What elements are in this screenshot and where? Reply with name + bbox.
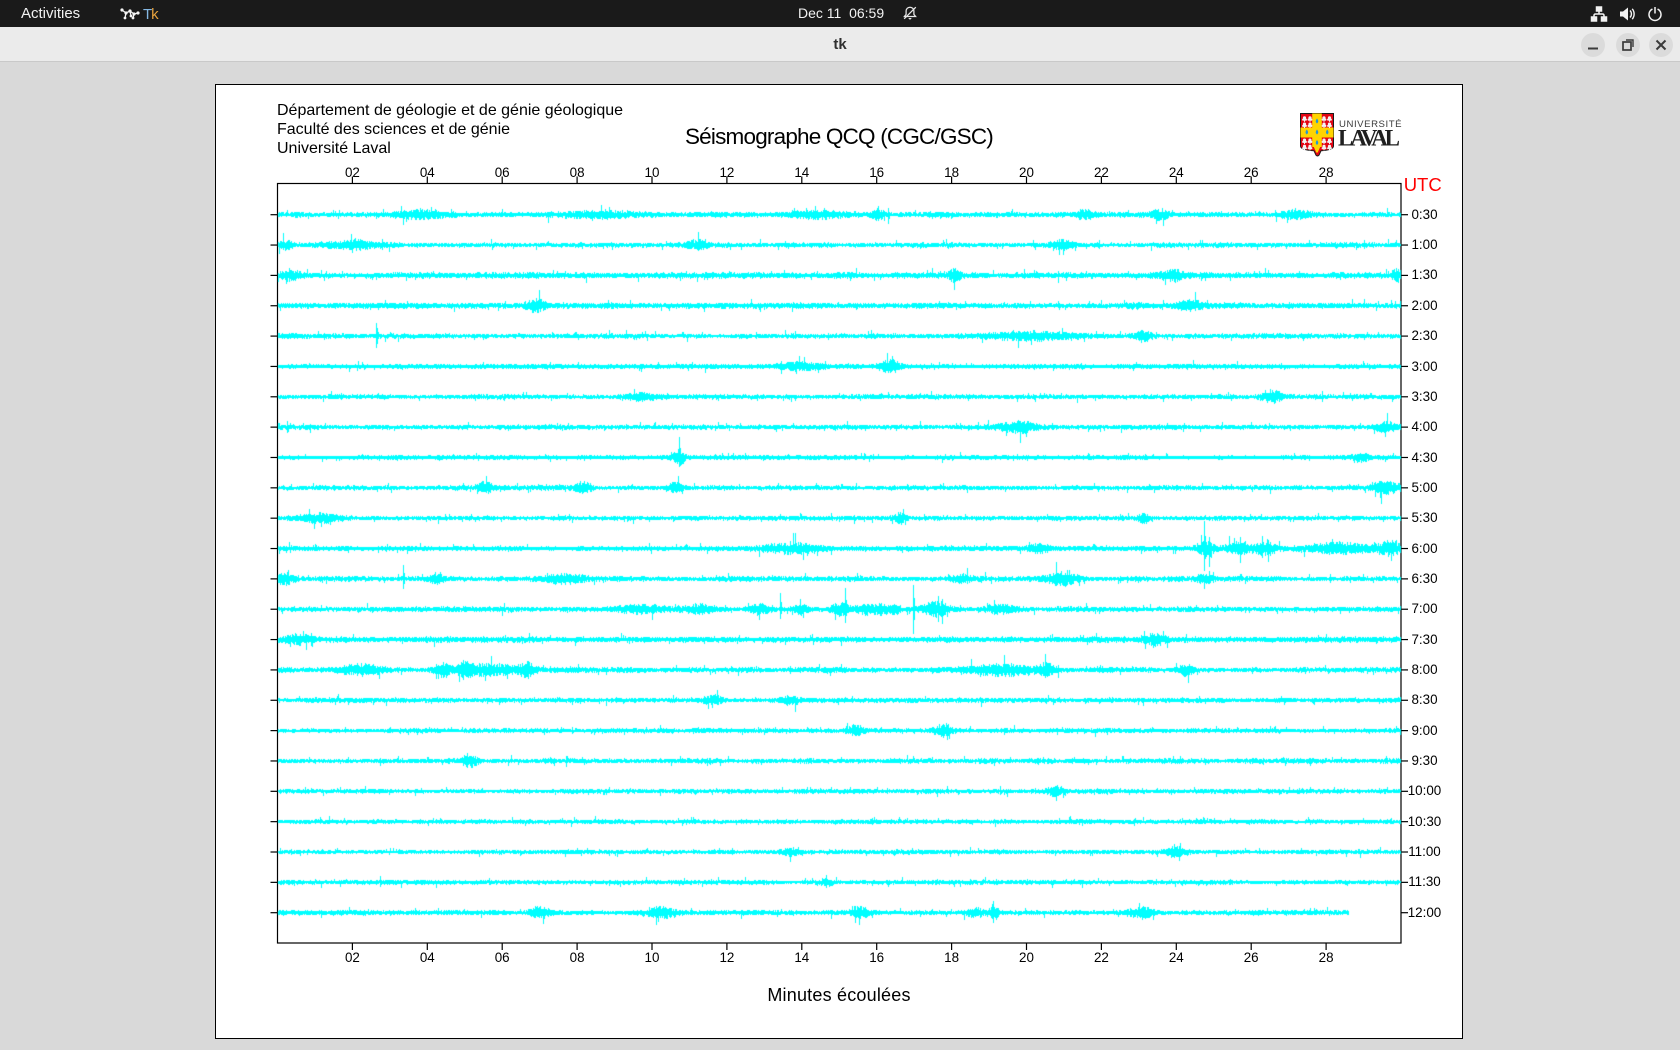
svg-text:LAVAL: LAVAL — [1338, 126, 1400, 151]
svg-text:Tk: Tk — [143, 6, 159, 23]
